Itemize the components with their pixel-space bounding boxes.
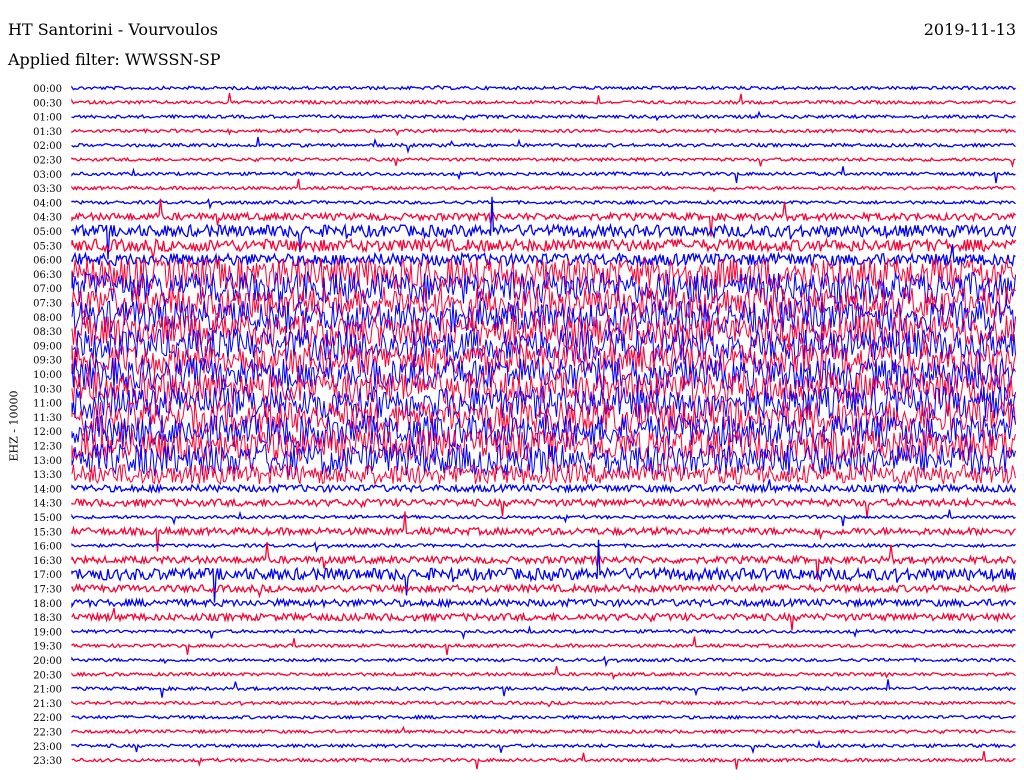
- time-tick-label: 01:30: [33, 127, 62, 138]
- seismogram-plot: 00:00 00:30 01:00 01:30 02:00 02:30 03:00 03:30…: [33, 84, 1017, 770]
- time-tick-label: 17:00: [33, 570, 62, 581]
- time-tick-label: 19:00: [33, 627, 62, 638]
- time-tick-label: 16:30: [33, 556, 62, 567]
- trace-row: [71, 714, 1016, 721]
- trace-row: [71, 166, 1016, 184]
- time-tick-label: 03:00: [33, 170, 62, 181]
- time-tick-label: 12:30: [33, 442, 62, 453]
- time-tick-label: 21:30: [33, 699, 62, 710]
- time-tick-label: 15:00: [33, 513, 62, 524]
- time-tick-label: 11:30: [33, 413, 62, 424]
- time-tick-label: 13:00: [33, 456, 62, 467]
- trace-row: [71, 197, 1016, 210]
- time-tick-label: 04:00: [33, 198, 62, 209]
- time-tick-label: 10:30: [33, 384, 62, 395]
- trace-row: [71, 127, 1016, 137]
- time-tick-label: 04:30: [33, 213, 62, 224]
- time-tick-label: 10:00: [33, 370, 62, 381]
- time-tick-label: 07:30: [33, 299, 62, 310]
- time-tick-label: 05:00: [33, 227, 62, 238]
- trace-row: [71, 739, 1016, 755]
- trace-row: [71, 655, 1016, 668]
- time-tick-label: 01:00: [33, 113, 62, 124]
- time-tick-label: 07:00: [33, 284, 62, 295]
- trace-row: [71, 665, 1016, 681]
- time-tick-label: 14:00: [33, 484, 62, 495]
- trace-row: [71, 237, 1017, 259]
- time-tick-label: 11:00: [33, 399, 62, 410]
- time-tick-label: 00:30: [33, 98, 62, 109]
- trace-row: [71, 110, 1016, 122]
- time-tick-label: 08:00: [33, 313, 62, 324]
- time-tick-label: 18:30: [33, 613, 62, 624]
- time-tick-label: 18:00: [33, 599, 62, 610]
- trace-row: [71, 625, 1016, 640]
- time-tick-label: 16:00: [33, 542, 62, 553]
- time-tick-label: 21:00: [33, 685, 62, 696]
- time-tick-label: 19:30: [33, 642, 62, 653]
- time-tick-label: 17:30: [33, 585, 62, 596]
- time-tick-label: 05:30: [33, 241, 62, 252]
- trace-row: [71, 496, 1017, 518]
- time-tick-label: 13:30: [33, 470, 62, 481]
- time-tick-label: 03:30: [33, 184, 62, 195]
- trace-row: [71, 679, 1016, 698]
- trace-row: [71, 509, 1016, 527]
- time-tick-label: 12:00: [33, 427, 62, 438]
- trace-row: [71, 725, 1016, 735]
- trace-row: [71, 541, 1016, 554]
- time-tick-label: 23:00: [33, 742, 62, 753]
- time-tick-label: 20:30: [33, 670, 62, 681]
- trace-row: [71, 607, 1016, 631]
- time-tick-label: 02:30: [33, 156, 62, 167]
- time-tick-label: 14:30: [33, 499, 62, 510]
- time-tick-label: 02:00: [33, 141, 62, 152]
- time-tick-label: 08:30: [33, 327, 62, 338]
- trace-row: [71, 539, 1017, 603]
- trace-row: [71, 136, 1016, 155]
- time-tick-label: 09:00: [33, 341, 62, 352]
- time-tick-label: 15:30: [33, 527, 62, 538]
- time-tick-label: 22:00: [33, 713, 62, 724]
- trace-row: [71, 178, 1016, 193]
- time-tick-label: 23:30: [33, 756, 62, 767]
- trace-row: [71, 427, 1016, 464]
- time-tick-label: 00:00: [33, 84, 62, 95]
- trace-row: [71, 84, 1016, 91]
- time-tick-label: 06:00: [33, 256, 62, 267]
- trace-row: [71, 92, 1016, 106]
- trace-row: [71, 597, 1017, 609]
- time-tick-label: 22:30: [33, 728, 62, 739]
- time-tick-label: 06:30: [33, 270, 62, 281]
- time-tick-label: 20:00: [33, 656, 62, 667]
- time-tick-label: 09:30: [33, 356, 62, 367]
- trace-row: [71, 750, 1016, 770]
- trace-row: [71, 699, 1016, 708]
- trace-row: [71, 636, 1016, 656]
- trace-row: [71, 156, 1016, 169]
